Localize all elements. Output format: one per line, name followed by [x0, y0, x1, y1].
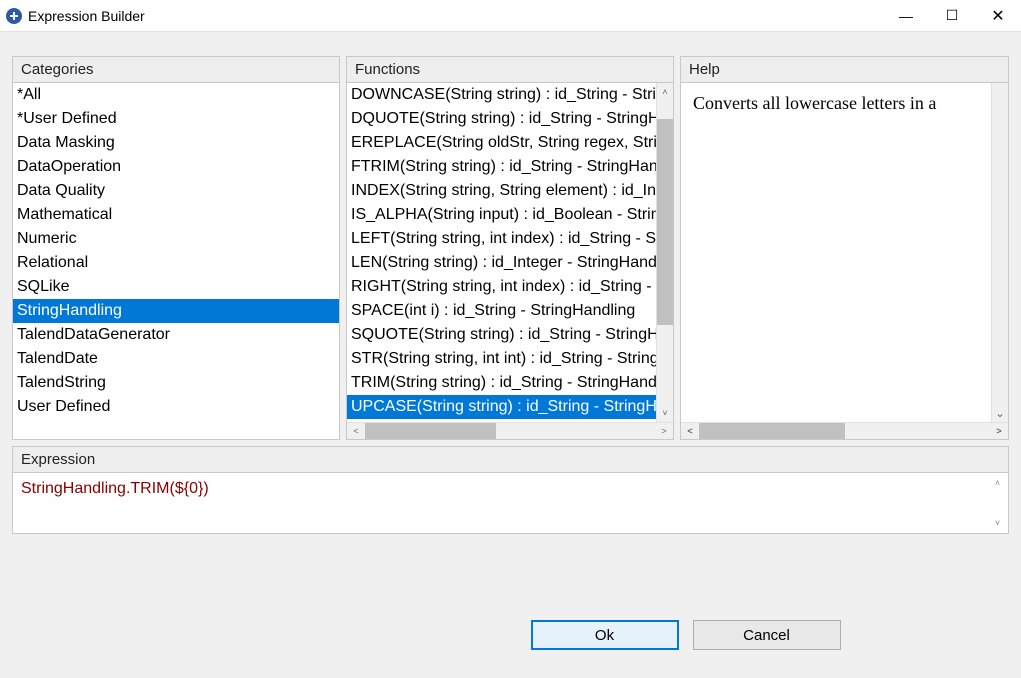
category-item[interactable]: TalendString [13, 371, 339, 395]
function-item[interactable]: UPCASE(String string) : id_String - Stri… [347, 395, 656, 419]
titlebar: Expression Builder — ☐ ✕ [0, 0, 1021, 32]
category-item[interactable]: User Defined [13, 395, 339, 419]
category-item[interactable]: Mathematical [13, 203, 339, 227]
functions-body: DOWNCASE(String string) : id_String - St… [346, 82, 674, 440]
expr-scroll-up-icon[interactable]: ˄ [989, 475, 1006, 491]
function-item[interactable]: EREPLACE(String oldStr, String regex, St… [347, 131, 656, 155]
hscroll-thumb[interactable] [365, 423, 496, 439]
categories-header: Categories [12, 56, 340, 82]
help-vscroll-track[interactable] [992, 83, 1008, 404]
functions-header: Functions [346, 56, 674, 82]
functions-panel: Functions DOWNCASE(String string) : id_S… [346, 56, 674, 440]
category-item[interactable]: StringHandling [13, 299, 339, 323]
functions-horizontal-scrollbar[interactable]: ˂ ˃ [347, 422, 673, 439]
function-item[interactable]: STR(String string, int int) : id_String … [347, 347, 656, 371]
help-panel: Help Converts all lowercase letters in a… [680, 56, 1009, 440]
function-item[interactable]: DQUOTE(String string) : id_String - Stri… [347, 107, 656, 131]
scroll-right-icon[interactable]: ˃ [655, 423, 673, 439]
window-title: Expression Builder [28, 8, 145, 24]
help-body: Converts all lowercase letters in a ⌄ ˂ … [680, 82, 1009, 440]
categories-panel: Categories *All*User DefinedData Masking… [12, 56, 340, 440]
vscroll-track[interactable] [657, 101, 673, 404]
function-item[interactable]: RIGHT(String string, int index) : id_Str… [347, 275, 656, 299]
scroll-down-icon[interactable]: ˅ [657, 404, 673, 422]
help-hscroll-track[interactable] [699, 423, 990, 439]
expr-scroll-down-icon[interactable]: ˅ [989, 515, 1006, 531]
help-vertical-scrollbar[interactable]: ⌄ [991, 83, 1008, 422]
categories-list[interactable]: *All*User DefinedData MaskingDataOperati… [13, 83, 339, 439]
category-item[interactable]: SQLike [13, 275, 339, 299]
expression-header: Expression [12, 446, 1009, 472]
functions-list-wrapper: DOWNCASE(String string) : id_String - St… [347, 83, 673, 422]
help-content-wrapper: Converts all lowercase letters in a ⌄ [681, 83, 1008, 422]
scroll-up-icon[interactable]: ˄ [657, 83, 673, 101]
function-item[interactable]: LEN(String string) : id_Integer - String… [347, 251, 656, 275]
category-item[interactable]: Data Quality [13, 179, 339, 203]
minimize-button[interactable]: — [883, 0, 929, 32]
function-item[interactable]: DOWNCASE(String string) : id_String - St… [347, 83, 656, 107]
cancel-button[interactable]: Cancel [693, 620, 841, 650]
window-controls: — ☐ ✕ [883, 0, 1021, 32]
maximize-button[interactable]: ☐ [929, 0, 975, 32]
expression-panel: Expression ˄ ˅ [12, 446, 1009, 534]
help-hscroll-thumb[interactable] [699, 423, 845, 439]
help-horizontal-scrollbar[interactable]: ˂ ˃ [681, 422, 1008, 439]
category-item[interactable]: TalendDate [13, 347, 339, 371]
category-item[interactable]: Relational [13, 251, 339, 275]
functions-vertical-scrollbar[interactable]: ˄ ˅ [656, 83, 673, 422]
dialog-content: Categories *All*User DefinedData Masking… [0, 32, 1021, 662]
category-item[interactable]: TalendDataGenerator [13, 323, 339, 347]
panels-row: Categories *All*User DefinedData Masking… [12, 56, 1009, 440]
category-item[interactable]: Data Masking [13, 131, 339, 155]
category-item[interactable]: Numeric [13, 227, 339, 251]
expression-input[interactable] [15, 475, 989, 531]
hscroll-track[interactable] [365, 423, 655, 439]
help-scroll-right-icon[interactable]: ˃ [990, 423, 1008, 439]
function-item[interactable]: LEFT(String string, int index) : id_Stri… [347, 227, 656, 251]
expression-vertical-scrollbar[interactable]: ˄ ˅ [989, 475, 1006, 531]
function-item[interactable]: IS_ALPHA(String input) : id_Boolean - St… [347, 203, 656, 227]
ok-button[interactable]: Ok [531, 620, 679, 650]
help-text: Converts all lowercase letters in a [681, 83, 991, 422]
help-scroll-down-icon[interactable]: ⌄ [992, 404, 1008, 422]
scroll-left-icon[interactable]: ˂ [347, 423, 365, 439]
help-scroll-left-icon[interactable]: ˂ [681, 423, 699, 439]
category-item[interactable]: DataOperation [13, 155, 339, 179]
expression-body: ˄ ˅ [12, 472, 1009, 534]
dialog-buttons: Ok Cancel [12, 620, 1009, 650]
app-icon [6, 8, 22, 24]
function-item[interactable]: SPACE(int i) : id_String - StringHandlin… [347, 299, 656, 323]
functions-list[interactable]: DOWNCASE(String string) : id_String - St… [347, 83, 656, 422]
function-item[interactable]: INDEX(String string, String element) : i… [347, 179, 656, 203]
category-item[interactable]: *All [13, 83, 339, 107]
close-button[interactable]: ✕ [975, 0, 1021, 32]
function-item[interactable]: SQUOTE(String string) : id_String - Stri… [347, 323, 656, 347]
vscroll-thumb[interactable] [657, 119, 673, 325]
function-item[interactable]: TRIM(String string) : id_String - String… [347, 371, 656, 395]
help-header: Help [680, 56, 1009, 82]
function-item[interactable]: FTRIM(String string) : id_String - Strin… [347, 155, 656, 179]
category-item[interactable]: *User Defined [13, 107, 339, 131]
categories-body: *All*User DefinedData MaskingDataOperati… [12, 82, 340, 440]
